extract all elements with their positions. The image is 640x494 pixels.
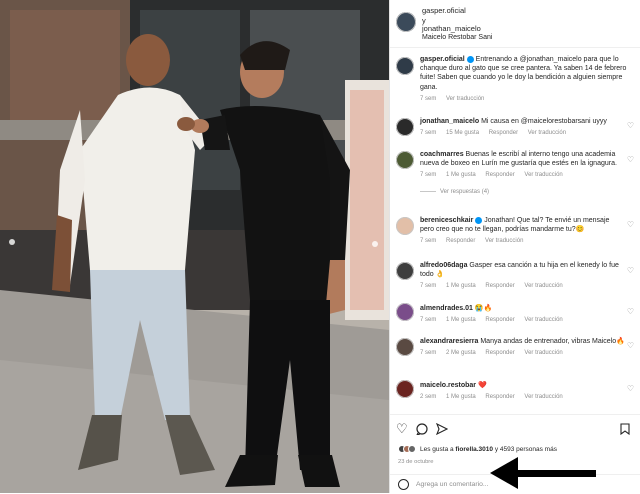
post-header: gasper.oficial y jonathan_maicelo Maicel… [390, 0, 640, 48]
comment-text: Manya andas de entrenador, vibras Maicel… [480, 338, 625, 345]
comment-like-icon[interactable]: ♡ [627, 384, 634, 393]
liked-by-user[interactable]: fiorella.3010 [455, 446, 493, 453]
comment-likes[interactable]: 1 Me gusta [446, 317, 476, 323]
comment-like-icon[interactable]: ♡ [627, 266, 634, 275]
avatar[interactable] [396, 338, 414, 356]
comment-reply-button[interactable]: Responder [489, 130, 518, 136]
comment-icon[interactable] [416, 423, 428, 435]
post-date: 23 de octubre [398, 459, 434, 465]
header-location[interactable]: Maicelo Restobar Sani [422, 34, 492, 41]
annotation-arrow-icon [490, 457, 596, 489]
post-panel: gasper.oficial y jonathan_maicelo Maicel… [389, 0, 640, 493]
comment-item: alfredo06daga Gasper esa canción a tu hi… [420, 261, 625, 292]
comment-likes[interactable]: 1 Me gusta [446, 283, 476, 289]
comment-translate-link[interactable]: Ver traducción [524, 394, 562, 400]
comment-translate-link[interactable]: Ver traducción [528, 130, 566, 136]
comment-translate-link[interactable]: Ver traducción [524, 283, 562, 289]
comment-reply-button[interactable]: Responder [485, 394, 514, 400]
comment-reply-button[interactable]: Responder [446, 238, 475, 244]
comment-reply-button[interactable]: Responder [485, 317, 514, 323]
comment-username[interactable]: jonathan_maicelo [420, 118, 479, 125]
comment-time: 7 sem [420, 238, 437, 245]
avatar[interactable] [396, 262, 414, 280]
avatar[interactable] [396, 151, 414, 169]
comment-username[interactable]: alfredo06daga [420, 262, 467, 269]
header-collaborator[interactable]: jonathan_maicelo [422, 24, 481, 33]
comment-translate-link[interactable]: Ver traducción [485, 238, 523, 244]
comment-text: 😭🔥 [474, 305, 493, 312]
comment-time: 7 sem [420, 283, 437, 290]
comment-item: berenicesch­kair Jonathan! Que tal? Te e… [420, 216, 625, 247]
comment-translate-link[interactable]: Ver traducción [524, 350, 562, 356]
verified-icon [475, 216, 483, 224]
comment-item: almendrades.01 😭🔥 7 sem 1 Me gusta Respo… [420, 304, 625, 325]
comment-likes[interactable]: 15 Me gusta [446, 130, 479, 136]
liked-by-suffix[interactable]: y 4593 personas más [495, 446, 557, 453]
comment-text: Mi causa en @maicelorestobarsani uyyy [481, 118, 607, 125]
liked-by-avatars [398, 445, 416, 454]
comment-item: maicelo.restobar ❤️ 2 sem 1 Me gusta Res… [420, 381, 625, 402]
comment-username[interactable]: alexandraresierra [420, 338, 478, 345]
view-replies[interactable]: Ver respuestas (4) [420, 188, 625, 197]
like-icon[interactable]: ♡ [396, 421, 408, 437]
comment-time: 7 sem [420, 172, 437, 179]
bookmark-icon[interactable] [620, 423, 630, 435]
caption-translate-link[interactable]: Ver traducción [446, 96, 484, 102]
comment-likes[interactable]: 1 Me gusta [446, 172, 476, 178]
comment-translate-link[interactable]: Ver traducción [524, 317, 562, 323]
avatar[interactable] [396, 303, 414, 321]
comment-like-icon[interactable]: ♡ [627, 307, 634, 316]
post-photo[interactable] [0, 0, 389, 493]
share-icon[interactable] [436, 423, 448, 435]
liked-by-text[interactable]: Les gusta a fiorella.3010 y 4593 persona… [420, 446, 557, 453]
emoji-icon[interactable] [398, 479, 409, 490]
avatar[interactable] [396, 12, 416, 32]
view-replies-link[interactable]: Ver respuestas (4) [440, 189, 489, 195]
comment-username[interactable]: maicelo.restobar [420, 382, 476, 389]
comment-like-icon[interactable]: ♡ [627, 220, 634, 229]
comment-likes[interactable]: 2 Me gusta [446, 350, 476, 356]
comment-reply-button[interactable]: Responder [485, 172, 514, 178]
comment-input[interactable]: Agrega un comentario... [416, 481, 489, 488]
comment-item: jonathan_maicelo Mi causa en @maicelores… [420, 117, 625, 138]
comment-like-icon[interactable]: ♡ [627, 121, 634, 130]
divider [420, 190, 436, 192]
caption: gasper.oficial Entrenando a @jonathan_ma… [420, 55, 635, 104]
caption-username[interactable]: gasper.oficial [420, 56, 465, 63]
avatar[interactable] [396, 217, 414, 235]
comment-time: 7 sem [420, 130, 437, 137]
comment-username[interactable]: almendrades.01 [420, 305, 473, 312]
comment-reply-button[interactable]: Responder [485, 283, 514, 289]
comment-translate-link[interactable]: Ver traducción [524, 172, 562, 178]
comment-time: 2 sem [420, 394, 437, 401]
comment-reply-button[interactable]: Responder [485, 350, 514, 356]
comment-username[interactable]: coachmarres [420, 151, 464, 158]
avatar[interactable] [396, 118, 414, 136]
post-image [0, 0, 389, 493]
next-image-indicator[interactable] [372, 241, 378, 247]
prev-image-indicator[interactable] [9, 239, 15, 245]
caption-meta: 7 sem Ver traducción [420, 95, 635, 104]
comment-username[interactable]: berenicesch­kair [420, 217, 473, 224]
comment-time: 7 sem [420, 350, 437, 357]
comment-like-icon[interactable]: ♡ [627, 155, 634, 164]
comment-time: 7 sem [420, 317, 437, 324]
avatar[interactable] [396, 57, 414, 75]
verified-icon [466, 55, 474, 63]
comment-item: coachmarres Buenas le escribí al interno… [420, 150, 625, 197]
header-username[interactable]: gasper.oficial [422, 6, 466, 15]
comment-like-icon[interactable]: ♡ [627, 341, 634, 350]
caption-time: 7 sem [420, 95, 437, 102]
avatar[interactable] [396, 380, 414, 398]
liked-by-prefix: Les gusta a [420, 446, 454, 453]
comment-item: alexandraresierra Manya andas de entrena… [420, 337, 625, 358]
comment-likes[interactable]: 1 Me gusta [446, 394, 476, 400]
comment-text: ❤️ [477, 382, 487, 389]
